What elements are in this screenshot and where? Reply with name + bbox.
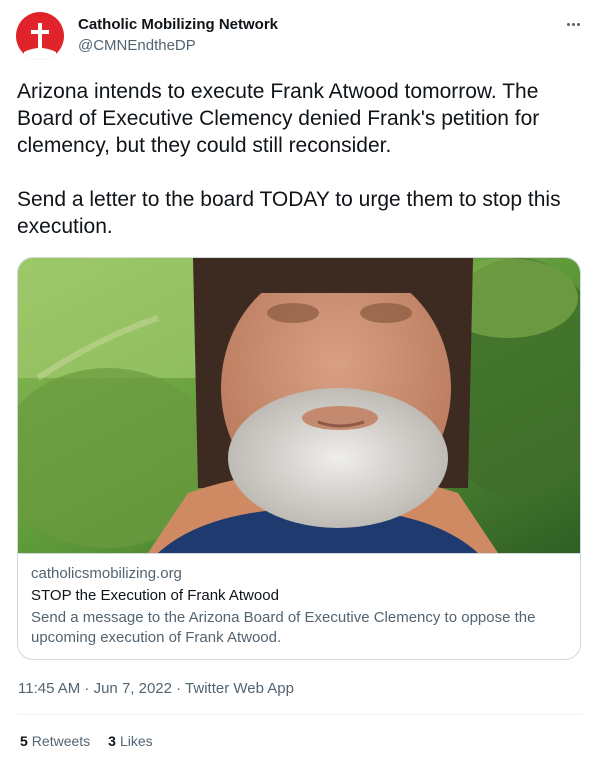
card-title: STOP the Execution of Frank Atwood [31, 587, 279, 604]
tweet-text: Arizona intends to execute Frank Atwood … [17, 78, 583, 240]
divider [18, 714, 582, 715]
tweet-paragraph: Arizona intends to execute Frank Atwood … [17, 80, 540, 157]
author-name[interactable]: Catholic Mobilizing Network [78, 16, 278, 34]
retweets-count: 5 [20, 733, 28, 749]
cross-icon [24, 23, 56, 60]
retweets-stat[interactable]: 5 Retweets [20, 731, 90, 751]
likes-label: Likes [119, 733, 153, 749]
avatar[interactable] [16, 12, 64, 60]
engagement-stats: 5 Retweets 3 Likes [20, 731, 153, 751]
link-card[interactable]: catholicsmobilizing.org STOP the Executi… [17, 257, 581, 660]
tweet-timestamp[interactable]: 11:45 AM · Jun 7, 2022 · Twitter Web App [18, 679, 294, 699]
card-image[interactable] [18, 258, 580, 553]
card-body[interactable]: catholicsmobilizing.org STOP the Executi… [18, 553, 580, 659]
card-domain: catholicsmobilizing.org [31, 565, 182, 582]
tweet: Catholic Mobilizing Network @CMNEndtheDP… [0, 0, 596, 764]
likes-stat[interactable]: 3 Likes [108, 731, 152, 751]
likes-count: 3 [108, 733, 116, 749]
retweets-label: Retweets [31, 733, 91, 749]
author-handle[interactable]: @CMNEndtheDP [78, 37, 196, 55]
tweet-paragraph: Send a letter to the board TODAY to urge… [17, 188, 561, 238]
card-description: Send a message to the Arizona Board of E… [31, 609, 536, 646]
more-options-icon[interactable] [560, 14, 586, 34]
